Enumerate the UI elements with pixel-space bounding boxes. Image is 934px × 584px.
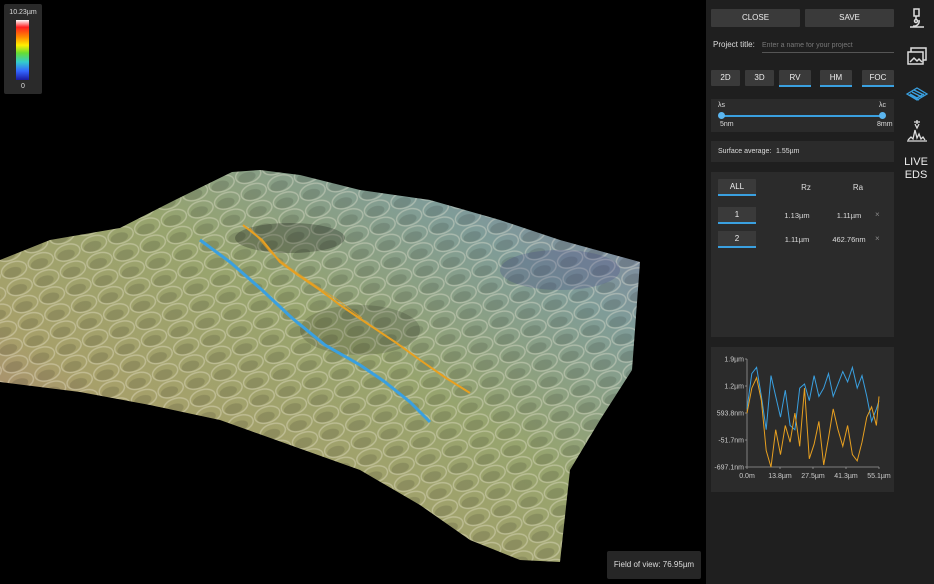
surface-average-value: 1.55µm bbox=[776, 148, 800, 155]
colorbar-min: 0 bbox=[21, 83, 25, 90]
chart-x-tick-label: 55.1µm bbox=[867, 473, 891, 480]
colorbar-gradient bbox=[16, 20, 29, 80]
tab-all[interactable]: ALL bbox=[718, 179, 756, 196]
microscope-icon[interactable] bbox=[905, 6, 929, 35]
mode-2d-button[interactable]: 2D bbox=[711, 70, 740, 86]
lambda-s-label: λs bbox=[718, 102, 725, 109]
filter-slider-track[interactable] bbox=[721, 115, 882, 117]
chart-y-tick-label: 593.8nm bbox=[717, 411, 744, 418]
mode-3d-button[interactable]: 3D bbox=[745, 70, 774, 86]
chart-y-tick-label: -51.7nm bbox=[718, 438, 744, 445]
filter-max-value: 8mm bbox=[877, 121, 893, 128]
gallery-icon[interactable] bbox=[905, 44, 929, 73]
surface-viewer[interactable]: 10.23µm 0 Field of view: 76.95µm bbox=[0, 0, 706, 584]
field-of-view-label: Field of view: 76.95µm bbox=[607, 551, 701, 579]
chart-y-tick-label: -697.1nm bbox=[714, 465, 744, 472]
chart-x-tick-label: 13.8µm bbox=[768, 473, 792, 480]
row-2-rz: 1.11µm bbox=[784, 235, 810, 244]
save-button[interactable]: SAVE bbox=[805, 9, 894, 27]
mode-hm-button[interactable]: HM bbox=[820, 70, 852, 87]
row-2-ra: 462.76nm bbox=[832, 235, 866, 244]
eds-spectrum-icon[interactable] bbox=[905, 118, 929, 149]
profile-row-1-button[interactable]: 1 bbox=[718, 207, 756, 224]
project-title-label: Project title: bbox=[713, 40, 755, 49]
live-label: LIVE bbox=[904, 156, 928, 168]
row-1-remove-icon[interactable]: × bbox=[875, 210, 880, 219]
live-eds-button[interactable]: LIVE EDS bbox=[898, 156, 934, 182]
chart-x-tick-label: 27.5µm bbox=[801, 473, 825, 480]
eds-label: EDS bbox=[904, 169, 928, 181]
surface-average-label: Surface average: bbox=[718, 148, 772, 155]
mode-rv-button[interactable]: RV bbox=[779, 70, 811, 87]
row-1-ra: 1.11µm bbox=[836, 211, 862, 220]
colorbar-max: 10.23µm bbox=[9, 9, 37, 16]
col-ra-header: Ra bbox=[852, 183, 864, 192]
col-rz-header: Rz bbox=[801, 183, 811, 192]
surface-3d-render[interactable] bbox=[0, 0, 706, 584]
row-1-rz: 1.13µm bbox=[784, 211, 810, 220]
chart-y-tick-label: 1.2µm bbox=[724, 384, 744, 391]
filter-min-handle[interactable] bbox=[718, 112, 725, 119]
chart-x-tick-label: 41.3µm bbox=[834, 473, 858, 480]
row-2-remove-icon[interactable]: × bbox=[875, 234, 880, 243]
filter-max-handle[interactable] bbox=[879, 112, 886, 119]
profile-row-2-button[interactable]: 2 bbox=[718, 231, 756, 248]
height-colorbar: 10.23µm 0 bbox=[4, 4, 42, 94]
surface-map-icon[interactable] bbox=[905, 82, 929, 111]
profile-chart: 1.9µm 1.2µm 593.8nm -51.7nm -697.1nm0.0m 13.8… bbox=[714, 357, 891, 481]
chart-x-tick-label: 0.0m bbox=[739, 473, 755, 480]
mode-foc-button[interactable]: FOC bbox=[862, 70, 894, 87]
chart-y-tick-label: 1.9µm bbox=[724, 357, 744, 364]
filter-min-value: 5nm bbox=[720, 121, 734, 128]
roughness-table bbox=[711, 172, 894, 337]
project-title-input[interactable] bbox=[762, 39, 894, 53]
lambda-c-label: λc bbox=[879, 102, 886, 109]
chart-series-1-line bbox=[746, 365, 880, 431]
profile-chart-box: 1.9µm 1.2µm 593.8nm -51.7nm -697.1nm 0.0m 13.8… bbox=[711, 347, 894, 492]
close-button[interactable]: CLOSE bbox=[711, 9, 800, 27]
